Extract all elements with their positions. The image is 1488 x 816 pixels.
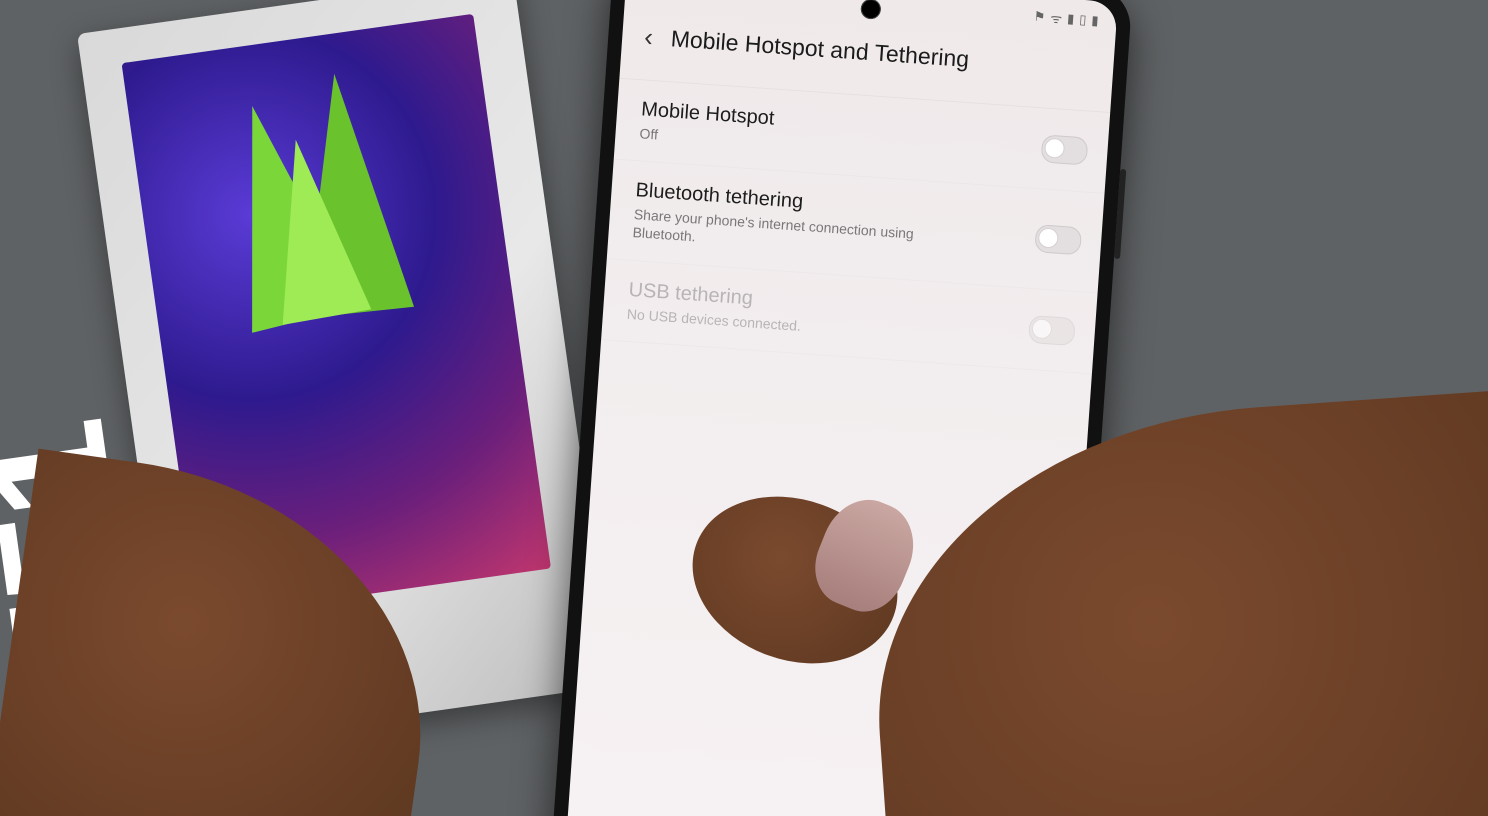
photo-scene: M51 6:16 ⚑ ᯤ ▮ ▯ ▮ ‹ Mobile Hotspot and …: [0, 0, 1488, 816]
toggle-mobile-hotspot[interactable]: [1041, 134, 1089, 165]
phone-side-button: [1114, 169, 1126, 259]
signal-icon: ▯: [1079, 12, 1087, 28]
status-icons: ⚑ ᯤ ▮ ▯ ▮: [1033, 7, 1099, 29]
battery-icon: ▮: [1091, 13, 1099, 29]
page-title: Mobile Hotspot and Tethering: [670, 25, 970, 73]
back-button[interactable]: ‹: [639, 19, 658, 54]
volte-icon: ⚑: [1033, 8, 1046, 25]
toggle-bluetooth-tethering[interactable]: [1034, 225, 1082, 256]
wifi-icon: ᯤ: [1050, 9, 1063, 28]
toggle-usb-tethering: [1028, 315, 1076, 346]
signal-icon: ▮: [1067, 11, 1075, 27]
